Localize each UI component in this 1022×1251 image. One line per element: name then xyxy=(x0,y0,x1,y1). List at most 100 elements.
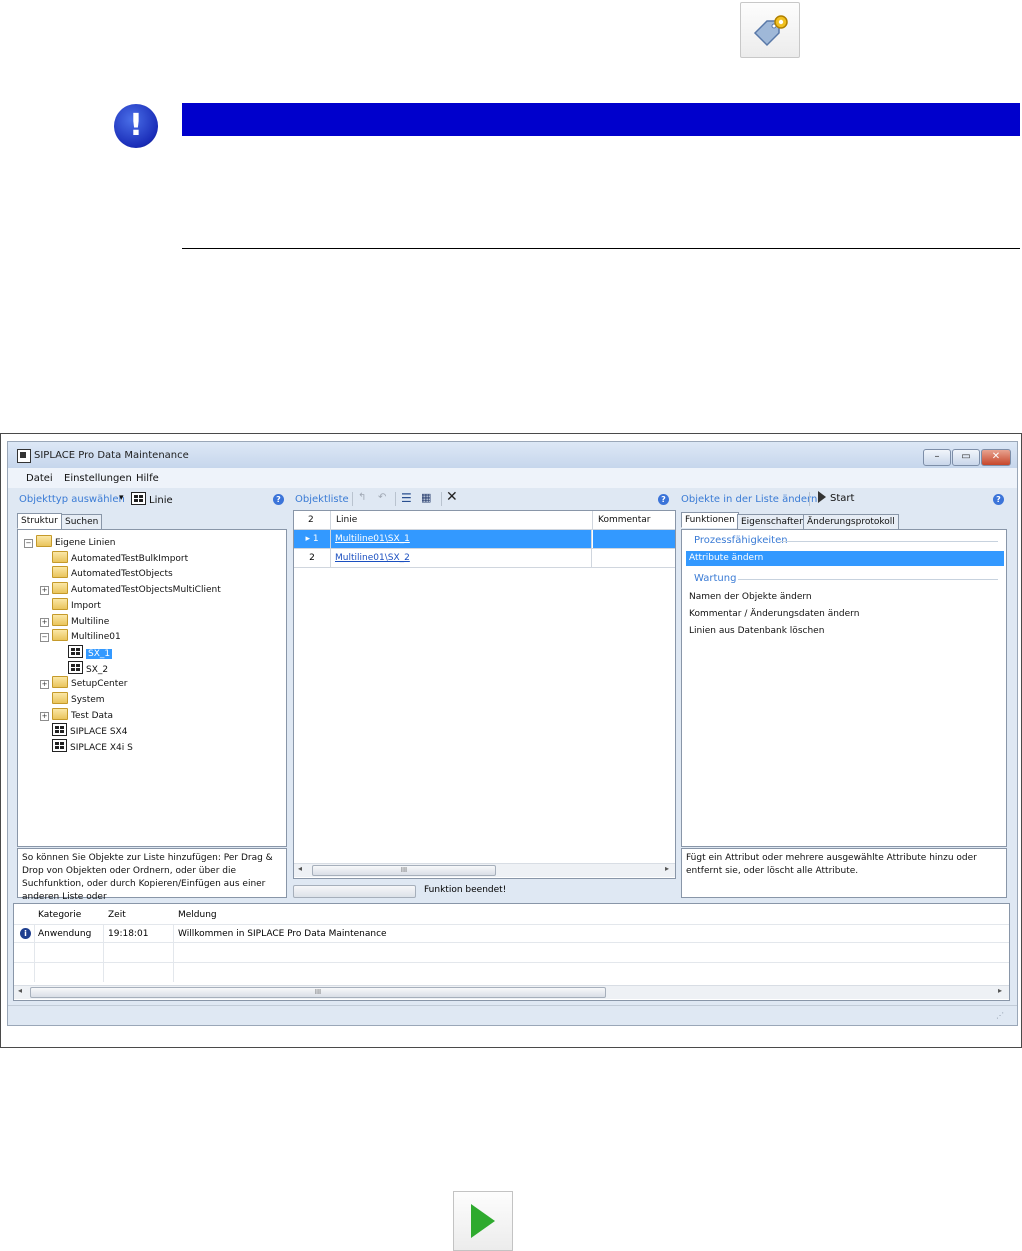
scroll-right-arrow[interactable]: ▸ xyxy=(665,864,669,873)
log-horizontal-scrollbar[interactable]: ◂ III ▸ xyxy=(14,985,1009,999)
table-row[interactable]: ▸ 1 Multiline01\SX_1 xyxy=(294,530,675,549)
tree-expander-icon[interactable]: + xyxy=(40,586,49,596)
line-icon xyxy=(52,723,67,737)
section-maintenance: Wartung xyxy=(694,573,737,584)
tree-node[interactable]: System xyxy=(40,692,105,705)
column-header-line[interactable]: Linie xyxy=(336,515,357,525)
menu-einstellungen[interactable]: Einstellungen xyxy=(64,473,132,484)
row-line-cell[interactable]: Multiline01\SX_1 xyxy=(331,530,592,548)
move-up-icon[interactable]: ↰ xyxy=(358,492,366,503)
log-column-category[interactable]: Kategorie xyxy=(38,910,81,920)
tree-expander-icon[interactable]: + xyxy=(40,680,49,690)
folder-icon xyxy=(52,692,68,704)
log-panel: Kategorie Zeit Meldung i Anwendung 19:18… xyxy=(13,903,1010,1001)
log-column-time[interactable]: Zeit xyxy=(108,910,126,920)
menu-hilfe[interactable]: Hilfe xyxy=(136,473,159,484)
line-icon xyxy=(131,492,146,505)
tree-node[interactable]: + AutomatedTestObjectsMultiClient xyxy=(40,582,221,596)
object-type-dropdown-arrow[interactable]: ▾ xyxy=(119,493,124,503)
row-line-link[interactable]: Multiline01\SX_2 xyxy=(335,553,410,563)
tree-node[interactable]: SIPLACE SX4 xyxy=(40,723,127,737)
horizontal-scrollbar[interactable]: ◂ III ▸ xyxy=(294,863,675,877)
row-number: 2 xyxy=(294,549,331,567)
scroll-left-arrow[interactable]: ◂ xyxy=(18,986,22,995)
functions-panel: Prozessfähigkeiten Attribute ändern Wart… xyxy=(681,529,1007,847)
tree-node[interactable]: AutomatedTestObjects xyxy=(40,566,173,579)
tree-node-label: Test Data xyxy=(71,710,114,721)
row-line-cell[interactable]: Multiline01\SX_2 xyxy=(331,549,592,567)
list-view-icon[interactable]: ☰ xyxy=(401,491,412,505)
row-line-link[interactable]: Multiline01\SX_1 xyxy=(335,534,410,544)
row-comment-cell[interactable] xyxy=(593,549,675,567)
tree-node-label: Multiline01 xyxy=(71,632,121,643)
table-row[interactable]: 2 Multiline01\SX_2 xyxy=(294,549,675,568)
line-icon xyxy=(52,739,67,753)
scroll-left-arrow[interactable]: ◂ xyxy=(298,864,302,873)
notice-header-bar xyxy=(182,103,1020,136)
grid-view-icon[interactable]: ▦ xyxy=(421,491,431,504)
folder-icon xyxy=(52,629,68,642)
tree-node-label: Import xyxy=(71,600,101,611)
tree-node[interactable]: + Test Data xyxy=(40,707,114,721)
tree-node-label: AutomatedTestObjectsMultiClient xyxy=(71,585,221,596)
tree-node[interactable]: + Multiline xyxy=(40,613,109,627)
help-icon[interactable]: ? xyxy=(658,494,669,505)
tree-node[interactable]: SX_2 xyxy=(56,660,108,675)
function-item-delete-lines[interactable]: Linien aus Datenbank löschen xyxy=(689,626,824,636)
toolbar-separator xyxy=(395,492,396,506)
tree-expander-icon[interactable]: − xyxy=(40,633,49,643)
tree-node[interactable]: Import xyxy=(40,597,101,611)
tab-suchen[interactable]: Suchen xyxy=(61,514,103,530)
app-icon xyxy=(17,449,31,463)
function-item-selected[interactable]: Attribute ändern xyxy=(686,551,1004,566)
tag-gear-icon xyxy=(753,15,788,47)
structure-tree: − Eigene Linien AutomatedTestBulkImport Aut… xyxy=(17,529,287,847)
function-item-rename[interactable]: Namen der Objekte ändern xyxy=(689,592,812,602)
grid-count: 2 xyxy=(308,515,314,525)
tab-aenderungsprotokoll[interactable]: Änderungsprotokoll xyxy=(803,514,899,530)
menu-datei[interactable]: Datei xyxy=(26,473,53,484)
scroll-right-arrow[interactable]: ▸ xyxy=(998,986,1002,995)
tree-node[interactable]: SIPLACE X4i S xyxy=(40,739,133,753)
minimize-button[interactable]: – xyxy=(923,449,951,466)
row-number-text: 1 xyxy=(312,534,319,544)
undo-icon[interactable]: ↶ xyxy=(378,492,386,503)
function-item-comment[interactable]: Kommentar / Änderungsdaten ändern xyxy=(689,609,859,619)
scrollbar-thumb[interactable]: III xyxy=(30,987,606,998)
scrollbar-thumb[interactable]: III xyxy=(312,865,496,876)
folder-icon xyxy=(52,707,68,720)
row-divider xyxy=(14,924,1009,925)
resize-grip-icon[interactable]: ⋰ xyxy=(996,1011,1004,1020)
row-comment-cell[interactable] xyxy=(593,530,675,548)
tree-node[interactable]: − Multiline01 xyxy=(40,629,121,643)
column-header-comment[interactable]: Kommentar xyxy=(598,515,650,525)
tree-node-label: AutomatedTestObjects xyxy=(71,569,173,580)
start-button-large xyxy=(453,1191,513,1251)
tree-node[interactable]: AutomatedTestBulkImport xyxy=(40,550,188,564)
tree-expander-icon[interactable]: − xyxy=(24,539,33,548)
tab-struktur[interactable]: Struktur xyxy=(17,513,62,529)
line-type-selector[interactable]: Linie xyxy=(131,492,173,506)
toolbar-separator xyxy=(809,492,810,506)
toolbar-separator xyxy=(441,492,442,506)
tree-node[interactable]: SX_1 xyxy=(56,644,113,659)
folder-icon xyxy=(36,535,52,547)
start-label: Start xyxy=(830,493,855,504)
tree-node[interactable]: − Eigene Linien xyxy=(24,535,116,548)
close-button[interactable]: ✕ xyxy=(981,449,1011,466)
tree-node[interactable]: + SetupCenter xyxy=(40,676,128,690)
log-column-message[interactable]: Meldung xyxy=(178,910,217,920)
start-button[interactable]: Start xyxy=(818,491,854,504)
tree-expander-icon[interactable]: + xyxy=(40,711,49,721)
tree-expander-icon[interactable]: + xyxy=(40,617,49,627)
help-icon[interactable]: ? xyxy=(273,494,284,505)
maximize-button[interactable]: ▭ xyxy=(952,449,980,466)
select-object-type-link[interactable]: Objekttyp auswählen xyxy=(19,494,125,505)
scroll-grip: III xyxy=(314,988,322,996)
play-icon xyxy=(818,491,826,503)
help-icon[interactable]: ? xyxy=(993,494,1004,505)
tab-eigenschaften[interactable]: Eigenschaften xyxy=(737,514,809,530)
delete-icon[interactable]: ✕ xyxy=(446,489,458,505)
function-item-label: Attribute ändern xyxy=(689,553,764,563)
tab-funktionen[interactable]: Funktionen xyxy=(681,512,739,528)
